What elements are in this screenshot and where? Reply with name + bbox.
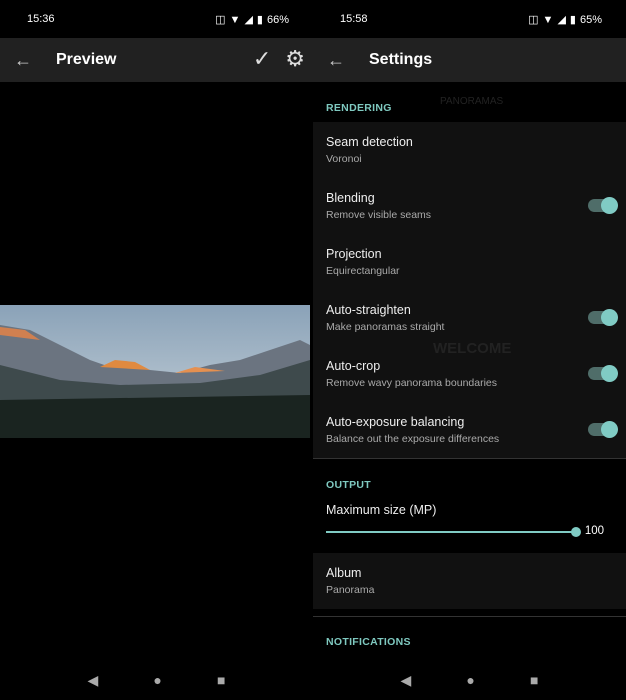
- status-time: 15:58: [340, 13, 368, 25]
- setting-title: Seam detection: [326, 135, 413, 149]
- setting-auto-straighten[interactable]: Auto-straighten Make panoramas straight: [313, 290, 626, 346]
- slider-track: [326, 531, 576, 533]
- battery-level: 65%: [579, 13, 602, 26]
- setting-auto-exposure[interactable]: Auto-exposure balancing Balance out the e…: [313, 402, 626, 458]
- gear-icon[interactable]: ⚙: [285, 46, 305, 72]
- setting-auto-crop[interactable]: Auto-crop Remove wavy panorama boundaries: [313, 346, 626, 402]
- check-icon[interactable]: ✓: [253, 46, 271, 72]
- panorama-preview-image: [0, 305, 310, 438]
- auto-straighten-toggle[interactable]: [588, 309, 618, 326]
- auto-exposure-toggle[interactable]: [588, 421, 618, 438]
- status-time: 15:36: [27, 13, 55, 25]
- setting-summary: Remove visible seams: [326, 209, 432, 221]
- slider-value: 100: [584, 525, 604, 537]
- nav-home-icon[interactable]: ●: [153, 672, 161, 688]
- setting-summary: Equirectangular: [326, 265, 400, 277]
- auto-crop-toggle[interactable]: [588, 365, 618, 382]
- slider-thumb[interactable]: [571, 527, 581, 537]
- nav-home-icon[interactable]: ●: [466, 672, 474, 688]
- setting-title: Projection: [326, 247, 382, 261]
- back-arrow-icon[interactable]: ←: [2, 50, 44, 71]
- setting-seam-detection[interactable]: Seam detection Voronoi: [313, 122, 626, 178]
- wifi-icon: ▼: [542, 13, 554, 26]
- setting-summary: Remove wavy panorama boundaries: [326, 377, 498, 389]
- setting-summary: Balance out the exposure differences: [326, 433, 500, 445]
- blending-toggle[interactable]: [588, 197, 618, 214]
- page-title: Settings: [369, 51, 433, 68]
- setting-summary: Make panoramas straight: [326, 321, 445, 333]
- max-size-slider[interactable]: 100: [313, 517, 626, 547]
- rendering-group: Seam detection Voronoi Blending Remove vis…: [313, 122, 626, 458]
- max-size-title: Maximum size (MP): [326, 503, 437, 517]
- preview-screen: 15:36 ◫ ▼ ◢ ▮ 66% ← Preview ✓ ⚙ ◀ ● ■: [0, 0, 313, 700]
- setting-title: Auto-straighten: [326, 303, 411, 317]
- battery-level: 66%: [266, 13, 289, 26]
- output-group: Maximum size (MP) 100 Album Panorama: [313, 503, 626, 609]
- vibrate-icon: ◫: [215, 14, 226, 26]
- signal-icon: ◢: [557, 14, 566, 26]
- wifi-icon: ▼: [229, 13, 241, 26]
- navigation-bar: ◀ ● ■: [0, 660, 313, 700]
- vibrate-icon: ◫: [528, 14, 539, 26]
- back-arrow-icon[interactable]: ←: [315, 50, 357, 71]
- nav-back-icon[interactable]: ◀: [88, 672, 99, 689]
- battery-icon: ▮: [569, 14, 576, 26]
- navigation-bar: ◀ ● ■: [313, 660, 626, 700]
- ghost-tab-label: PANORAMAS: [440, 96, 504, 107]
- battery-icon: ▮: [256, 14, 263, 26]
- section-header-notifications: NOTIFICATIONS: [326, 636, 411, 648]
- nav-recents-icon[interactable]: ■: [530, 672, 538, 688]
- setting-title: Auto-exposure balancing: [326, 415, 465, 429]
- section-header-output: OUTPUT: [326, 479, 371, 491]
- nav-recents-icon[interactable]: ■: [217, 672, 225, 688]
- setting-summary: Voronoi: [326, 153, 362, 165]
- setting-blending[interactable]: Blending Remove visible seams: [313, 178, 626, 234]
- setting-summary: Panorama: [326, 584, 375, 596]
- setting-title: Auto-crop: [326, 359, 381, 373]
- settings-screen: 15:58 ◫ ▼ ◢ ▮ 65% ← Settings PANORAMAS WELCO…: [313, 0, 626, 700]
- status-bar: 15:58 ◫ ▼ ◢ ▮ 65%: [313, 0, 626, 38]
- page-title: Preview: [56, 51, 117, 68]
- status-bar: 15:36 ◫ ▼ ◢ ▮ 66%: [0, 0, 313, 38]
- setting-title: Blending: [326, 191, 375, 205]
- setting-album[interactable]: Album Panorama: [313, 553, 626, 609]
- signal-icon: ◢: [244, 14, 253, 26]
- toolbar: ← Settings: [313, 38, 626, 82]
- setting-projection[interactable]: Projection Equirectangular: [313, 234, 626, 290]
- toolbar: ← Preview ✓ ⚙: [0, 38, 313, 82]
- setting-title: Album: [326, 566, 362, 580]
- nav-back-icon[interactable]: ◀: [401, 672, 412, 689]
